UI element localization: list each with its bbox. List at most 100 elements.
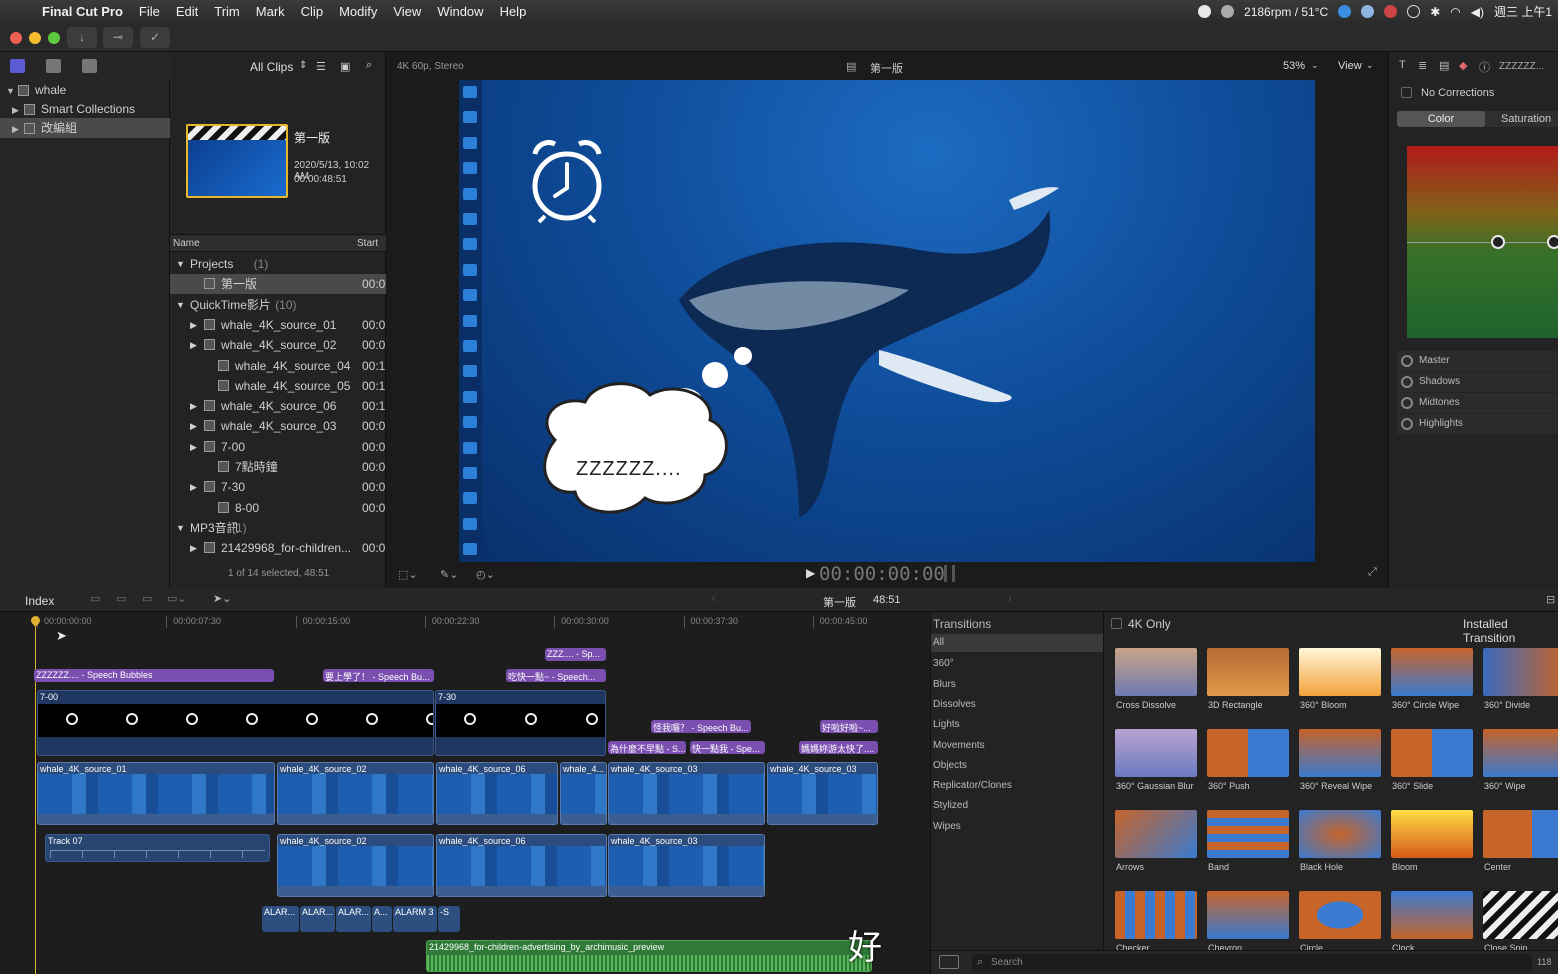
music-clip[interactable]: 21429968_for-children-advertising_by_arc… (426, 940, 872, 972)
menu-edit[interactable]: Edit (168, 4, 206, 19)
menu-view[interactable]: View (385, 4, 429, 19)
title-clip[interactable]: 好啦好啦~... (820, 720, 878, 733)
category-wipes[interactable]: Wipes (933, 821, 961, 832)
primary-clip[interactable]: whale_4K_source_06 (436, 762, 558, 825)
view-options-icon[interactable]: ⬚⌄ (398, 568, 418, 581)
transition-item[interactable]: Arrows (1115, 810, 1199, 884)
fan-status[interactable]: 2186rpm / 51°C (1244, 5, 1328, 19)
menu-window[interactable]: Window (429, 4, 491, 19)
browser-clip-row[interactable]: ▶ 7-30 00:0 (170, 477, 386, 497)
menu-trim[interactable]: Trim (206, 4, 248, 19)
select-tool-icon[interactable]: ➤⌄ (213, 592, 231, 605)
sidebar-toggle-icon[interactable] (939, 955, 959, 969)
menu-mark[interactable]: Mark (248, 4, 293, 19)
color-puck[interactable] (1547, 235, 1558, 249)
updown-icon[interactable]: ⇕ (299, 60, 307, 71)
inspector-title-tab-icon[interactable]: T (1399, 59, 1406, 71)
browser-clip-row[interactable]: ▶ 21429968_for-children... 00:0 (170, 538, 386, 558)
back-icon[interactable]: ‹ (712, 593, 716, 605)
transition-item[interactable]: 360° Gaussian Blur (1115, 729, 1199, 803)
menu-modify[interactable]: Modify (331, 4, 385, 19)
browser-clip-row[interactable]: 第一版 00:0 (170, 274, 386, 295)
enable-checkbox[interactable] (1401, 87, 1412, 98)
color-puck[interactable] (1491, 235, 1505, 249)
video-canvas[interactable]: ZZZZZZ.... (459, 80, 1315, 562)
range-highlights[interactable]: Highlights (1397, 414, 1558, 434)
close-window-button[interactable] (10, 32, 22, 44)
disclosure-closed-icon[interactable]: ▶ (190, 477, 197, 497)
browser-clip-row[interactable]: whale_4K_source_04 00:1 (170, 356, 386, 376)
category-lights[interactable]: Lights (933, 719, 960, 730)
primary-clip[interactable]: whale_4K_source_03 (767, 762, 878, 825)
transition-item[interactable]: 360° Push (1207, 729, 1291, 803)
title-clip[interactable]: 怪我囉？ - Speech Bu... (651, 720, 751, 733)
primary-clip[interactable]: whale_4K_source_02 (277, 762, 434, 825)
timeline[interactable]: 00:00:00:00 00:00:07:30 00:00:15:00 00:00:2… (0, 612, 930, 974)
inspector-color-tab-icon[interactable]: ◆ (1459, 59, 1467, 72)
category-360-[interactable]: 360° (933, 658, 954, 669)
browser-clip-row[interactable]: ▶ 7-00 00:0 (170, 437, 386, 457)
zoom-window-button[interactable] (48, 32, 60, 44)
compound-clip-7-30[interactable]: 7-30 (435, 690, 606, 756)
inspector-text-tab-icon[interactable]: ≣ (1418, 59, 1427, 72)
title-clip[interactable]: ZZZZZZ.... - Speech Bubbles (34, 669, 274, 682)
inspector-video-tab-icon[interactable]: ▤ (1439, 59, 1449, 72)
disclosure-closed-icon[interactable]: ▶ (190, 538, 197, 558)
play-icon[interactable]: ▶ (806, 566, 815, 580)
list-view-icon[interactable]: ☰ (316, 60, 326, 73)
menu-help[interactable]: Help (492, 4, 535, 19)
connected-clip[interactable]: whale_4K_source_06 (436, 834, 607, 897)
disclosure-open-icon[interactable]: ▼ (176, 518, 185, 538)
transition-item[interactable]: 360° Reveal Wipe (1299, 729, 1383, 803)
wifi-icon[interactable]: ◠ (1450, 5, 1460, 19)
transition-item[interactable]: 360° Circle Wipe (1391, 648, 1475, 722)
filmstrip-icon[interactable]: ▣ (340, 60, 350, 73)
alarm-audio-clip[interactable]: ALAR... (300, 906, 335, 932)
browser-clip-row[interactable]: 8-00 00:0 (170, 498, 386, 518)
disclosure-open-icon[interactable]: ▼ (6, 81, 18, 101)
minimize-window-button[interactable] (29, 32, 41, 44)
cloud-icon[interactable] (1221, 5, 1235, 18)
title-clip[interactable]: ZZZ.... - Sp... (545, 648, 606, 661)
browser-clip-row[interactable]: ▶ whale_4K_source_03 00:0 (170, 416, 386, 436)
import-button[interactable]: ↓ (67, 27, 97, 48)
transition-item[interactable]: 360° Bloom (1299, 648, 1383, 722)
menu-file[interactable]: File (131, 4, 168, 19)
title-clip[interactable]: 吃快一點~ - Speech... (506, 669, 606, 682)
photos-icon[interactable] (46, 59, 61, 73)
inspector-info-tab-icon[interactable]: ⓘ (1479, 59, 1490, 75)
category-replicator-clones[interactable]: Replicator/Clones (933, 780, 1012, 791)
titles-icon[interactable] (82, 59, 97, 73)
disclosure-closed-icon[interactable]: ▶ (190, 315, 197, 335)
app-icon[interactable] (1384, 5, 1398, 18)
4k-only-checkbox[interactable] (1111, 618, 1122, 629)
transition-item[interactable]: 360° Divide (1483, 648, 1558, 722)
browser-clip-row[interactable]: 7點時鐘 00:0 (170, 457, 386, 477)
range-shadows[interactable]: Shadows (1397, 372, 1558, 392)
transition-item[interactable]: 360° Slide (1391, 729, 1475, 803)
audio-clip-track07[interactable]: Track 07 (45, 834, 270, 862)
finder-icon[interactable] (1361, 5, 1375, 18)
connected-clip[interactable]: whale_4K_source_03 (608, 834, 765, 897)
range-midtones[interactable]: Midtones (1397, 393, 1558, 413)
alarm-audio-clip[interactable]: A... (372, 906, 392, 932)
browser-group-row[interactable]: ▼ QuickTime影片 (10) (170, 295, 386, 315)
time-machine-icon[interactable] (1407, 5, 1421, 18)
browser-group-row[interactable]: ▼ Projects (1) (170, 254, 386, 274)
transition-item[interactable]: Black Hole (1299, 810, 1383, 884)
compound-clip-7-00[interactable]: 7-00 (37, 690, 434, 756)
category-blurs[interactable]: Blurs (933, 679, 956, 690)
index-button[interactable]: Index (25, 594, 54, 608)
tab-saturation[interactable]: Saturation (1501, 113, 1551, 125)
retime-icon[interactable]: ◴⌄ (476, 568, 495, 581)
disclosure-closed-icon[interactable]: ▶ (190, 396, 197, 416)
transition-item[interactable]: 3D Rectangle (1207, 648, 1291, 722)
menu-clip[interactable]: Clip (293, 4, 331, 19)
zoom-popup[interactable]: 53% (1283, 60, 1305, 72)
volume-icon[interactable]: ◀) (1471, 5, 1484, 19)
tab-color[interactable]: Color (1397, 111, 1485, 127)
chevron-down-icon[interactable]: ⌄ (1311, 60, 1319, 71)
disclosure-closed-icon[interactable]: ▶ (190, 335, 197, 355)
disclosure-open-icon[interactable]: ▼ (176, 295, 185, 315)
column-name[interactable]: Name (173, 238, 200, 249)
